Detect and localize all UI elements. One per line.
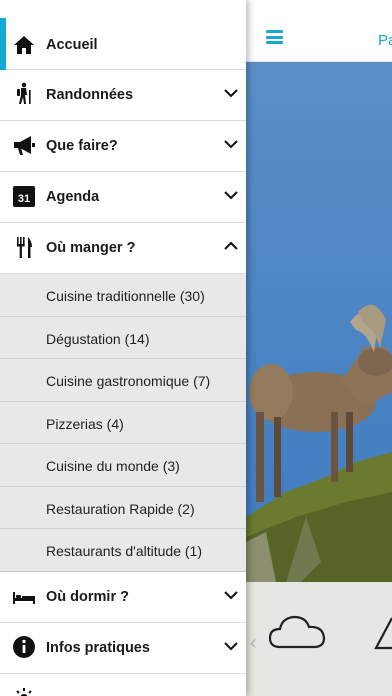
submenu-item[interactable]: Cuisine gastronomique (7) [0, 359, 246, 402]
submenu-item[interactable]: Pizzerias (4) [0, 402, 246, 444]
chevron-down-icon [224, 191, 238, 200]
chevron-up-icon [224, 241, 238, 250]
weather-strip: ‹ [246, 582, 392, 696]
house-icon [14, 36, 34, 54]
submenu-item-label: Cuisine du monde (3) [46, 458, 180, 474]
cloud-icon [268, 615, 326, 649]
menu-item-infos-pratiques[interactable]: Infos pratiques [0, 622, 246, 674]
active-indicator [0, 18, 6, 70]
menu-item-agenda[interactable]: 31 Agenda [0, 172, 246, 223]
navigation-drawer: Accueil Randonnées Que faire? 31 Agenda [0, 0, 246, 696]
submenu-item[interactable]: Cuisine traditionnelle (30) [0, 274, 246, 317]
bed-icon [13, 591, 35, 604]
calendar-icon: 31 [13, 186, 35, 207]
submenu-ou-manger: Cuisine traditionnelle (30) Dégustation … [0, 274, 246, 572]
menu-item-label: Accueil [46, 37, 98, 53]
menu-item-que-faire[interactable]: Que faire? [0, 121, 246, 172]
chevron-left-icon[interactable]: ‹ [250, 632, 257, 655]
menu-item-partial[interactable] [0, 673, 246, 696]
chevron-down-icon [224, 641, 238, 650]
app-bar: Pa [246, 0, 392, 62]
svg-text:31: 31 [18, 193, 30, 205]
submenu-item-label: Dégustation (14) [46, 330, 150, 347]
chevron-down-icon [224, 590, 238, 599]
menu-item-label: Où dormir ? [46, 588, 129, 605]
app-title: Pa [378, 32, 392, 49]
menu-item-accueil[interactable]: Accueil [0, 0, 246, 70]
submenu-item-label: Pizzerias (4) [46, 415, 124, 432]
sun-icon [16, 687, 32, 696]
chevron-down-icon [224, 89, 238, 98]
info-icon [13, 635, 35, 658]
hiker-icon [17, 82, 31, 104]
megaphone-icon [14, 136, 35, 155]
submenu-item-label: Restauration Rapide (2) [46, 500, 195, 517]
menu-item-label: Randonnées [46, 87, 134, 103]
triangle-icon [374, 617, 392, 650]
cutlery-icon [17, 237, 32, 258]
submenu-item-label: Cuisine traditionnelle (30) [46, 288, 205, 304]
submenu-item[interactable]: Cuisine du monde (3) [0, 444, 246, 487]
hero-photo [246, 62, 392, 582]
menu-item-ou-dormir[interactable]: Où dormir ? [0, 571, 246, 623]
menu-item-label: Où manger ? [46, 240, 136, 256]
submenu-item[interactable]: Restaurants d'altitude (1) [0, 529, 246, 572]
submenu-item[interactable]: Dégustation (14) [0, 317, 246, 359]
submenu-item-label: Restaurants d'altitude (1) [46, 543, 202, 559]
submenu-item[interactable]: Restauration Rapide (2) [0, 487, 246, 529]
main-screen: Pa [246, 0, 392, 696]
hamburger-menu-icon[interactable] [266, 30, 283, 44]
menu-item-randonnees[interactable]: Randonnées [0, 70, 246, 121]
submenu-item-label: Cuisine gastronomique (7) [46, 373, 211, 389]
menu-item-ou-manger[interactable]: Où manger ? [0, 223, 246, 274]
menu-item-label: Que faire? [46, 138, 118, 154]
menu-item-label: Agenda [46, 189, 100, 205]
chevron-down-icon [224, 140, 238, 149]
menu-item-label: Infos pratiques [46, 639, 150, 656]
